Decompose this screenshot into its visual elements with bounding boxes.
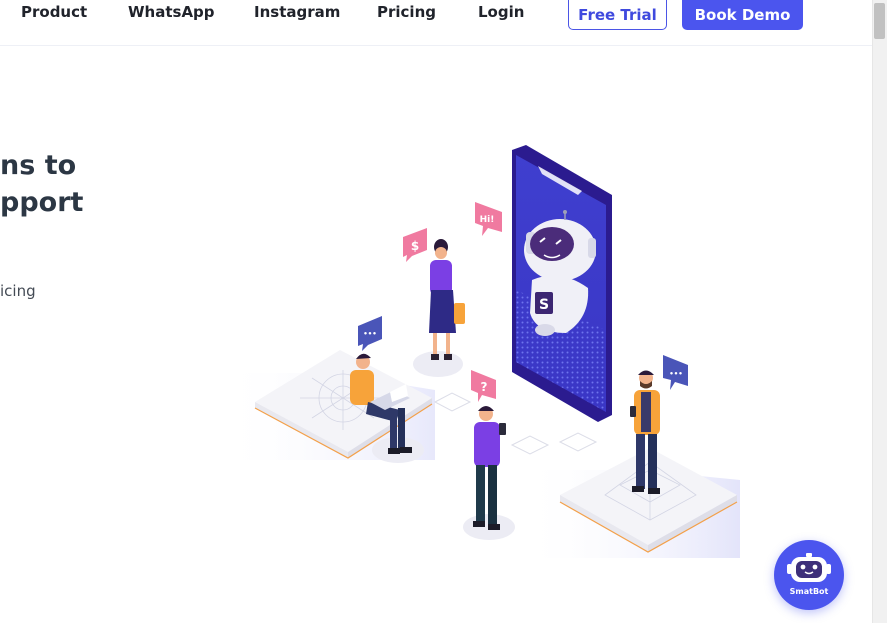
hero-title: ns to pport: [0, 147, 100, 221]
smartphone: S: [512, 145, 612, 422]
nav-instagram-link[interactable]: Instagram: [254, 3, 340, 21]
book-demo-button[interactable]: Book Demo: [682, 0, 803, 30]
nav-whatsapp-link[interactable]: WhatsApp: [128, 3, 215, 21]
smatbot-chat-launcher[interactable]: SmatBot: [774, 540, 844, 610]
chat-dots-bubble-right-icon: •••: [663, 355, 688, 390]
chat-dots-left-text: •••: [363, 330, 376, 338]
chatbot-illustration: S Hi! $ ••• ? •••: [220, 145, 740, 558]
hero-subtitle: icing: [0, 282, 60, 300]
hero-title-line-2: pport: [0, 187, 84, 218]
hero-subtitle-text: icing: [0, 282, 36, 300]
standing-man-center-figure: [463, 406, 515, 540]
smatbot-label: SmatBot: [789, 587, 829, 596]
hi-bubble-icon: Hi!: [475, 202, 502, 236]
scrollbar-thumb[interactable]: [874, 3, 885, 39]
robot-head-icon: [787, 553, 831, 582]
question-bubble-icon: ?: [471, 370, 496, 402]
woman-figure: [413, 239, 465, 377]
page-scrollbar[interactable]: [872, 0, 887, 623]
top-navigation: Product WhatsApp Instagram Pricing Login…: [0, 0, 872, 46]
nav-product-link[interactable]: Product: [21, 3, 87, 21]
nav-pricing-link[interactable]: Pricing: [377, 3, 436, 21]
hero-title-line-1: ns to: [0, 150, 77, 181]
dollar-bubble-text: $: [411, 239, 419, 253]
nav-login-link[interactable]: Login: [478, 3, 524, 21]
chat-dots-bubble-left-icon: •••: [358, 316, 382, 351]
robot-badge-letter: S: [539, 297, 549, 313]
dollar-bubble-icon: $: [403, 228, 427, 262]
question-bubble-text: ?: [481, 380, 488, 394]
chat-dots-right-text: •••: [669, 370, 682, 378]
hi-bubble-text: Hi!: [480, 215, 495, 225]
free-trial-button[interactable]: Free Trial: [568, 0, 667, 30]
